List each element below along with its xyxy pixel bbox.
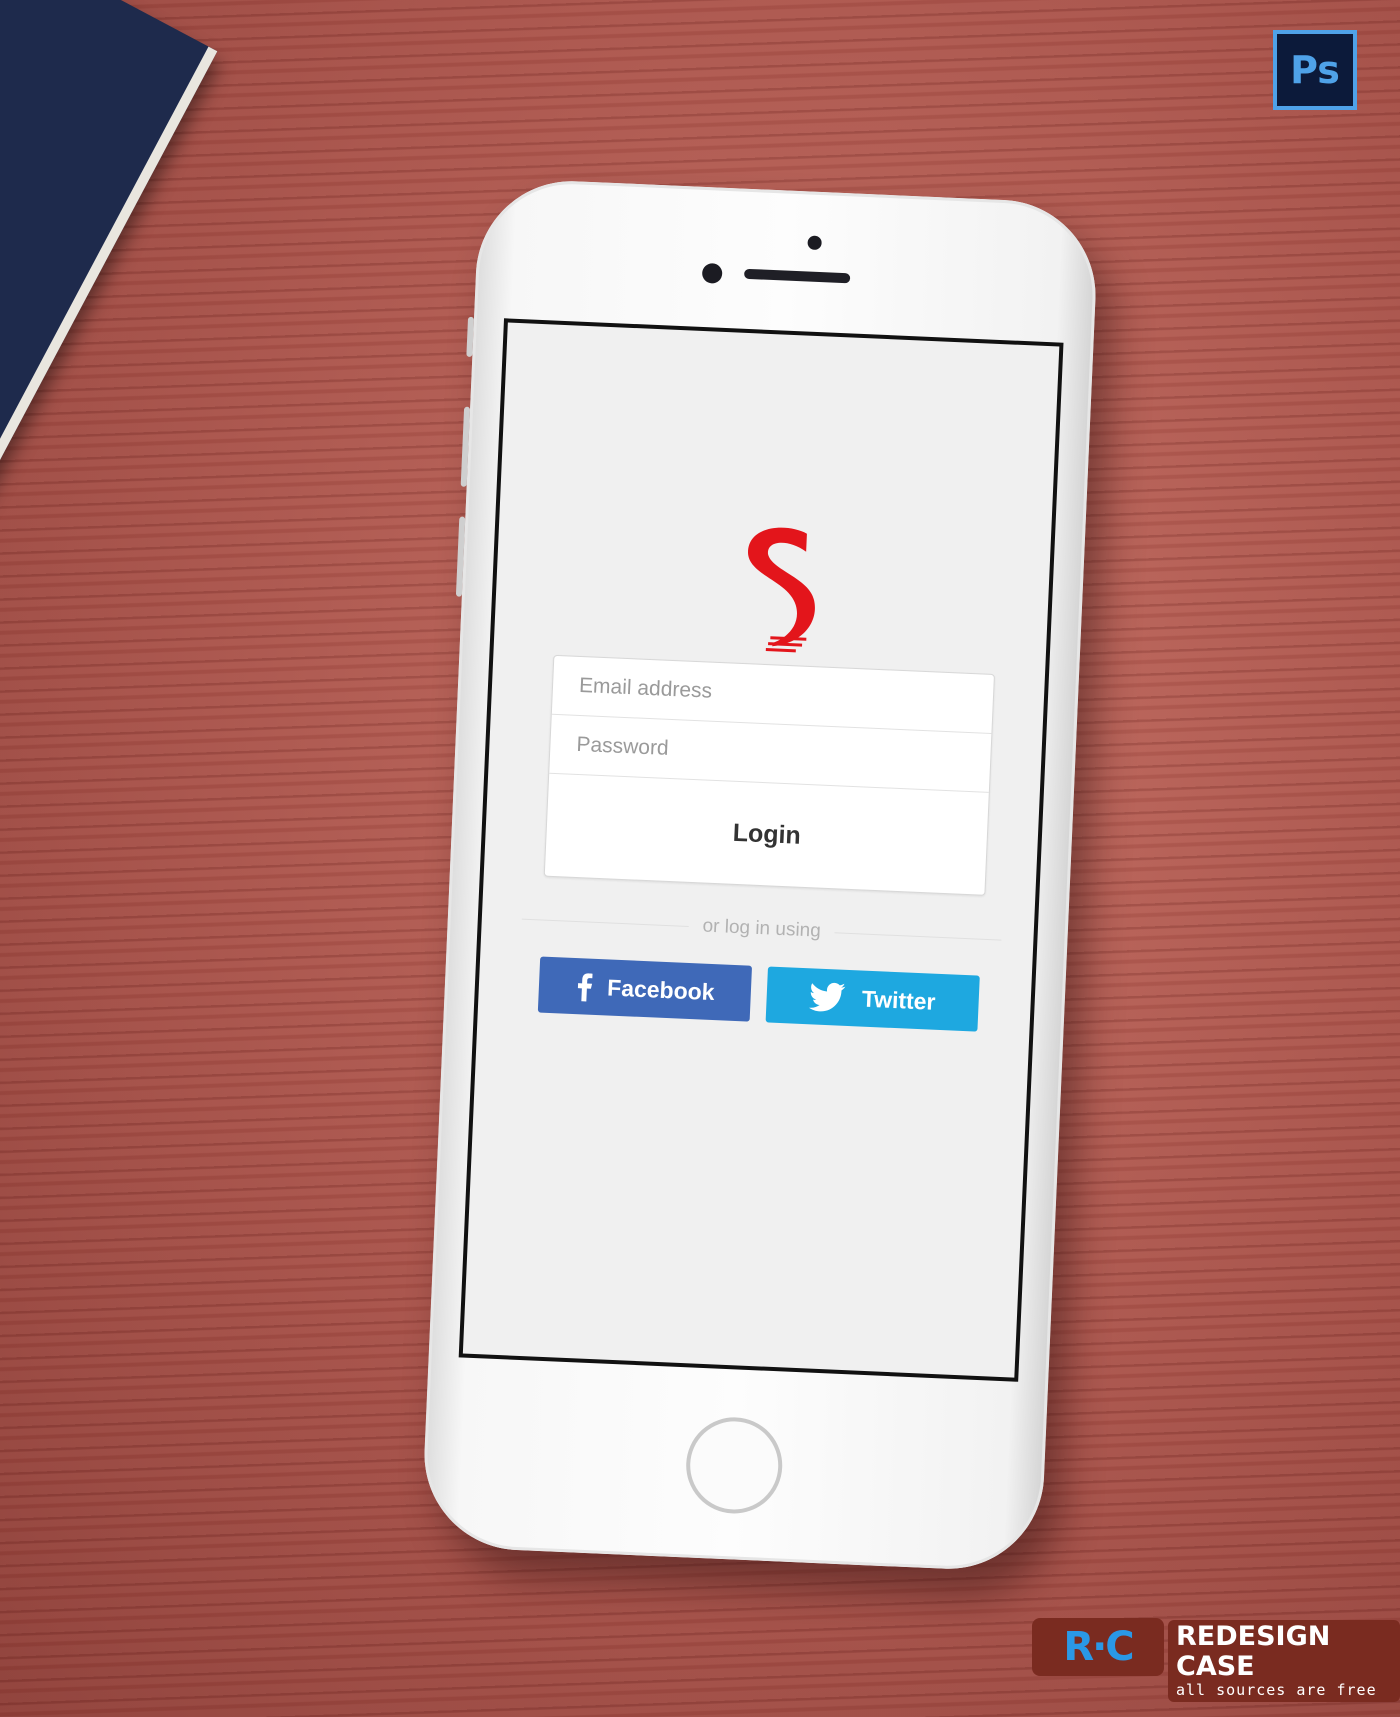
volume-down-button <box>455 516 466 597</box>
volume-up-button <box>460 406 471 487</box>
login-button[interactable]: Login <box>545 774 989 895</box>
social-login-row: Facebook Twitter <box>537 956 980 1035</box>
phone-screen: Login or log in using Facebook <box>458 318 1064 1382</box>
redesign-case-logo: R·C <box>1032 1618 1164 1676</box>
facebook-login-button[interactable]: Facebook <box>537 956 753 1022</box>
email-input[interactable] <box>576 672 994 717</box>
twitter-login-button[interactable]: Twitter <box>765 966 980 1032</box>
password-input[interactable] <box>573 731 991 776</box>
phone-mockup: Login or log in using Facebook <box>420 177 1100 1573</box>
twitter-label: Twitter <box>861 985 937 1015</box>
mute-switch <box>466 316 475 357</box>
social-divider: or log in using <box>521 904 1002 955</box>
twitter-bird-icon <box>809 981 848 1013</box>
home-button <box>684 1415 785 1516</box>
notebook-prop <box>0 0 218 829</box>
redesign-case-watermark: REDESIGN CASE all sources are free <box>1168 1620 1400 1702</box>
earpiece-speaker <box>743 268 851 284</box>
front-camera <box>701 262 723 284</box>
divider-line-left <box>521 918 689 927</box>
facebook-icon <box>575 971 594 1002</box>
divider-line-right <box>834 931 1002 941</box>
facebook-label: Facebook <box>606 973 716 1005</box>
photoshop-icon: Ps <box>1273 30 1357 110</box>
app-logo-icon <box>748 527 815 653</box>
watermark-subtitle: all sources are free <box>1176 1681 1377 1699</box>
proximity-sensor <box>807 235 822 251</box>
login-form: Login <box>543 654 995 896</box>
divider-text: or log in using <box>702 915 822 942</box>
watermark-title: REDESIGN CASE <box>1176 1621 1331 1682</box>
